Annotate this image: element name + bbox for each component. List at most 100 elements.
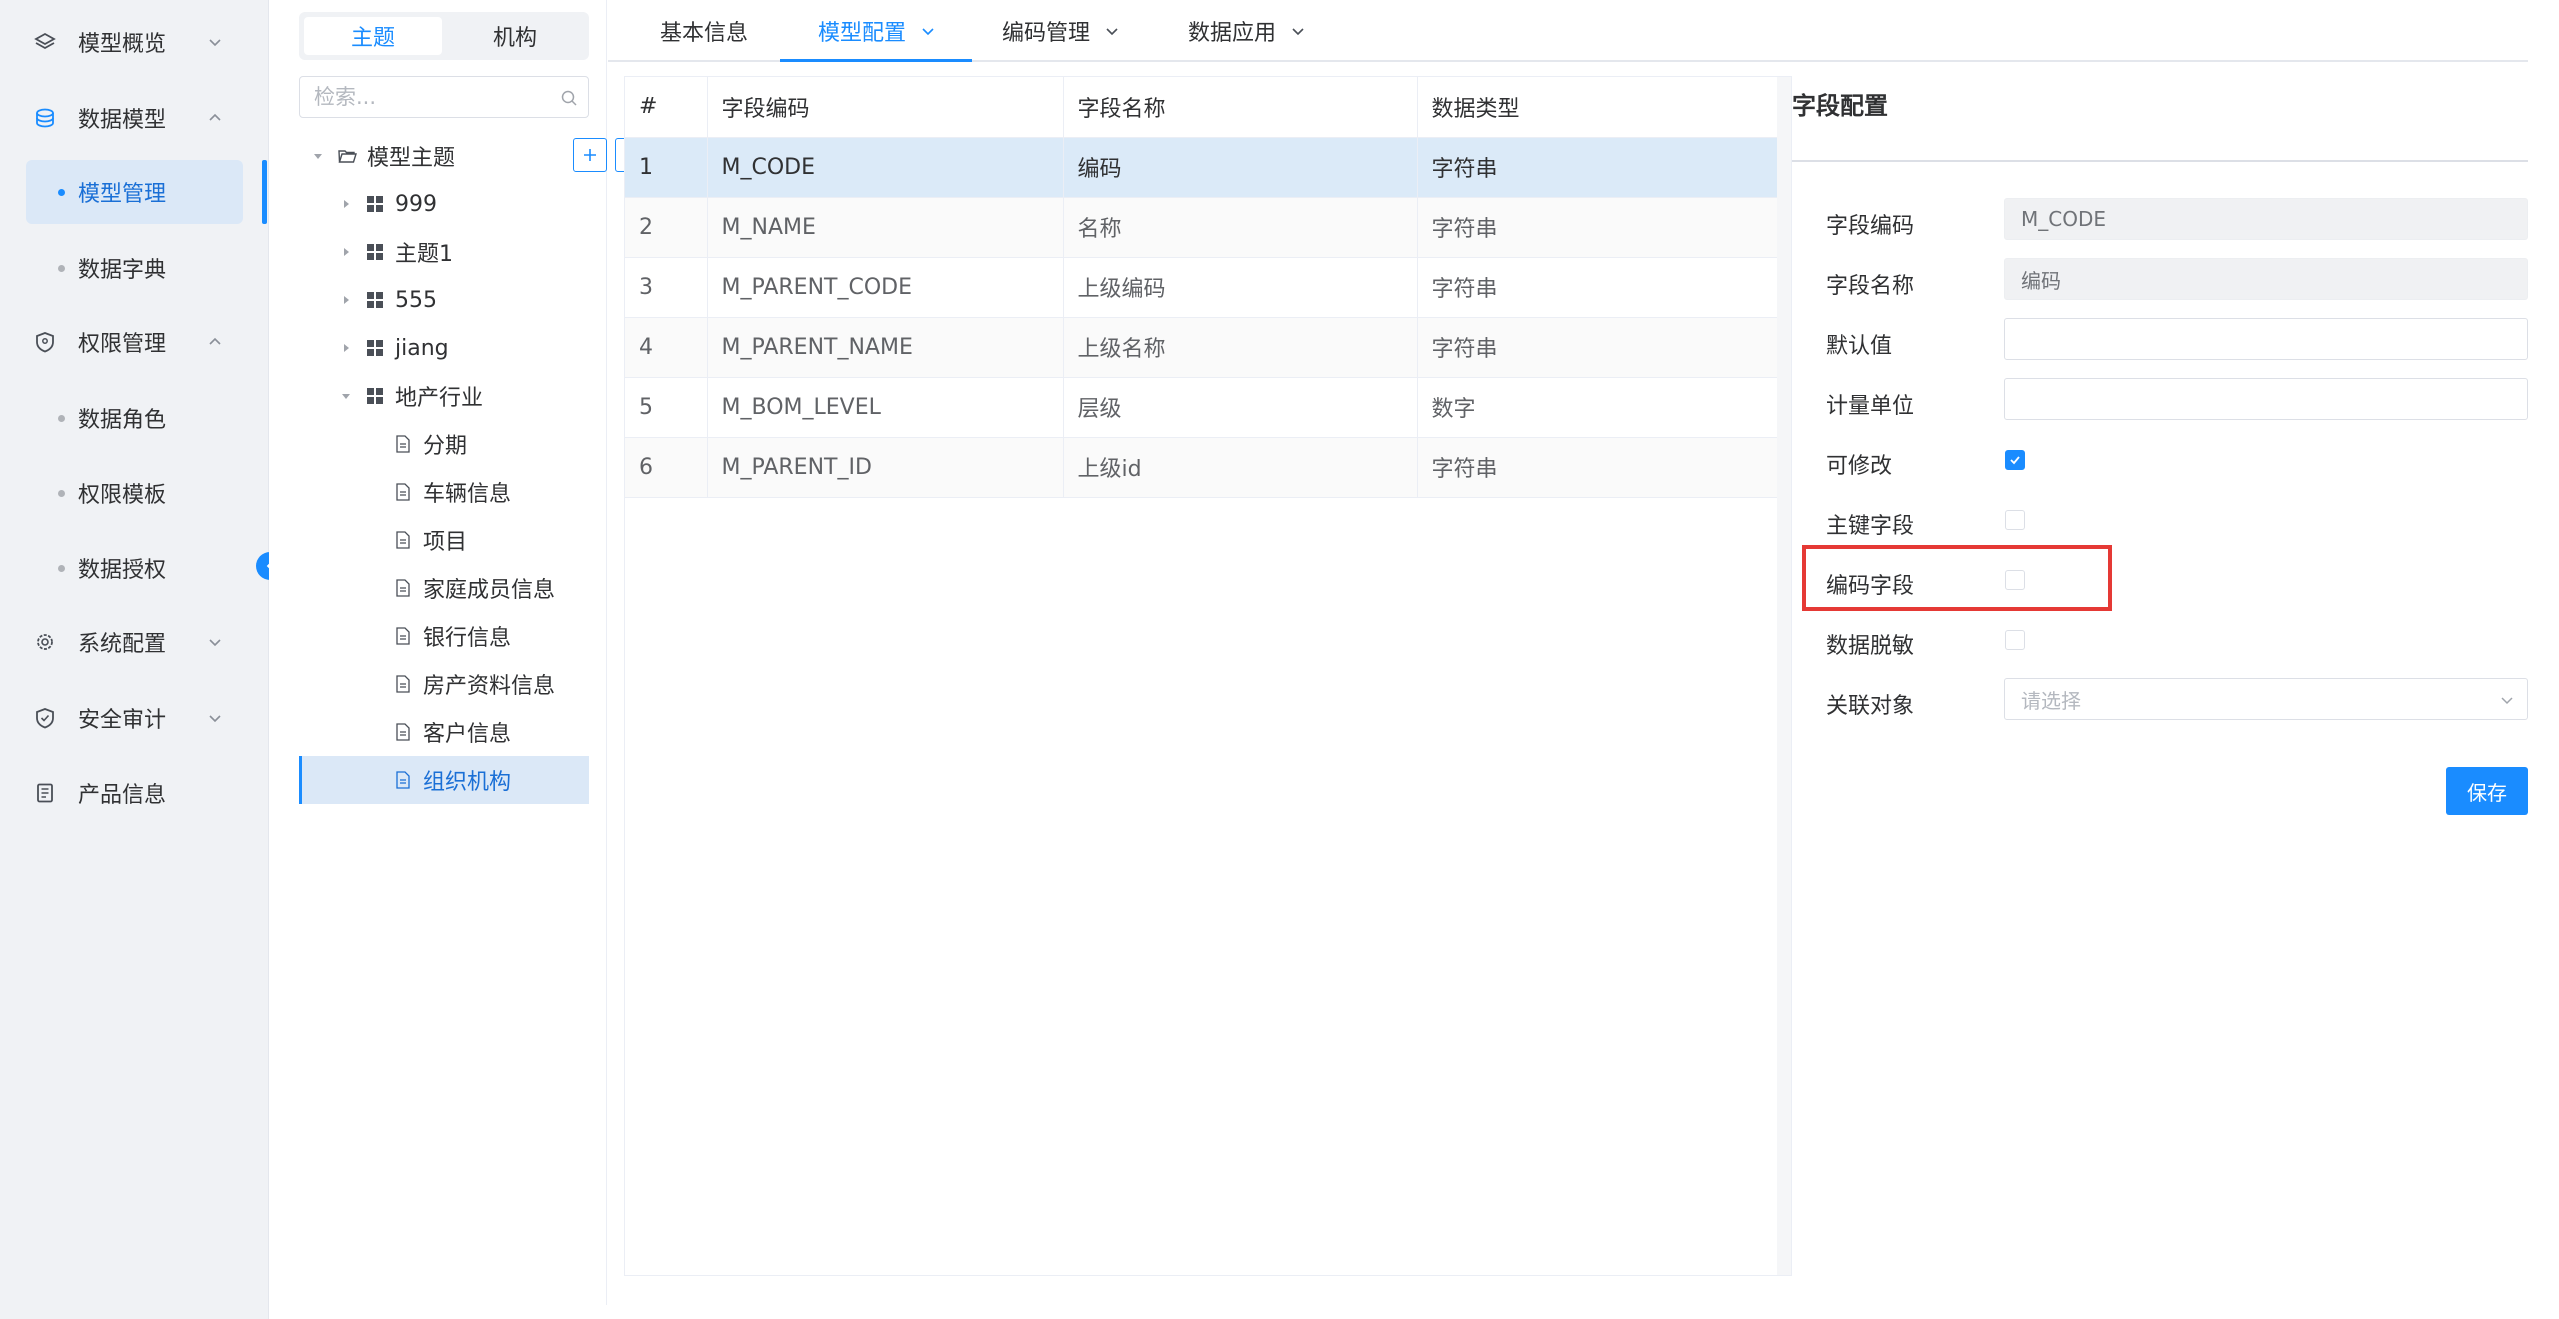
unit-input[interactable] <box>2004 378 2528 420</box>
column-header-index[interactable]: # <box>625 77 708 138</box>
sub-item-permission-template[interactable]: 权限模板 <box>26 461 243 525</box>
column-header-field-code[interactable]: 字段编码 <box>707 77 1064 138</box>
file-icon <box>396 723 410 741</box>
cell-field-code: M_NAME <box>707 197 1064 258</box>
tab-model-config[interactable]: 模型配置 <box>818 0 936 62</box>
caret-right-icon[interactable] <box>339 341 353 355</box>
tree-node-label: 项目 <box>423 530 468 555</box>
nav-item-system-config[interactable]: 系统配置 <box>0 612 269 672</box>
table-row[interactable]: 3 M_PARENT_CODE 上级编码 字符串 <box>625 257 1778 318</box>
unit-label: 计量单位 <box>1826 394 1915 419</box>
code-field-checkbox[interactable] <box>2005 570 2025 590</box>
tab-label: 编码管理 <box>1002 21 1091 46</box>
table-row[interactable]: 4 M_PARENT_NAME 上级名称 字符串 <box>625 317 1778 378</box>
tab-basic-info[interactable]: 基本信息 <box>660 0 748 62</box>
chevron-down-icon <box>209 715 221 723</box>
tree-node-root[interactable]: 模型主题 <box>299 132 499 180</box>
tree-leaf-vehicle-info[interactable]: 车辆信息 <box>299 468 589 516</box>
grid-icon <box>367 196 383 212</box>
bullet-icon <box>58 264 65 272</box>
sub-item-model-management[interactable]: 模型管理 <box>26 160 243 224</box>
tree-leaf-bank-info[interactable]: 银行信息 <box>299 612 589 660</box>
nav-item-permission[interactable]: 权限管理 <box>0 312 269 372</box>
tree-node-label: 555 <box>395 287 437 313</box>
tree-node-real-estate[interactable]: 地产行业 <box>299 372 589 420</box>
chevron-up-icon <box>209 337 221 345</box>
sub-item-data-role[interactable]: 数据角色 <box>26 386 243 450</box>
sidebar: 模型概览 数据模型 模型管理 数据字典 权限管理 数据角色 权限模板 数据授权 <box>0 0 284 1319</box>
select-placeholder: 请选择 <box>2021 688 2081 713</box>
tree-leaf-family-members[interactable]: 家庭成员信息 <box>299 564 589 612</box>
tree-node-topic1[interactable]: 主题1 <box>299 228 589 276</box>
sub-item-data-authorization[interactable]: 数据授权 <box>26 536 243 600</box>
bullet-icon <box>58 414 65 422</box>
data-masking-label: 数据脱敏 <box>1826 634 1915 659</box>
sub-item-label: 数据授权 <box>78 558 167 583</box>
tree-panel: 主题 机构 模型主题 999 主题1 555 jiang <box>269 0 649 1305</box>
field-code-label: 字段编码 <box>1826 214 1915 239</box>
tree-leaf-phase[interactable]: 分期 <box>299 420 589 468</box>
editable-label: 可修改 <box>1826 454 1893 479</box>
search-icon[interactable] <box>560 89 578 107</box>
nav-item-data-model[interactable]: 数据模型 <box>0 88 269 148</box>
tree-node-jiang[interactable]: jiang <box>299 324 589 372</box>
editable-checkbox[interactable] <box>2005 450 2025 470</box>
column-header-data-type[interactable]: 数据类型 <box>1417 77 1778 138</box>
caret-right-icon[interactable] <box>339 245 353 259</box>
tree-node-label: 组织机构 <box>423 770 512 795</box>
tab-code-management[interactable]: 编码管理 <box>1002 0 1120 62</box>
bullet-icon <box>58 564 65 572</box>
nav-label: 模型概览 <box>78 32 167 57</box>
field-code-input[interactable] <box>2004 198 2528 240</box>
shield-icon <box>32 329 58 355</box>
sub-item-data-dictionary[interactable]: 数据字典 <box>26 236 243 300</box>
tree-node-999[interactable]: 999 <box>299 180 589 228</box>
cell-data-type: 字符串 <box>1417 437 1778 498</box>
nav-label: 权限管理 <box>78 332 167 357</box>
save-button[interactable]: 保存 <box>2446 767 2528 815</box>
chevron-down-icon <box>209 39 221 47</box>
code-field-label: 编码字段 <box>1826 574 1915 599</box>
table-scrollbar[interactable] <box>1777 77 1791 1275</box>
caret-right-icon[interactable] <box>339 293 353 307</box>
sub-item-label: 权限模板 <box>78 483 167 508</box>
nav-item-model-overview[interactable]: 模型概览 <box>0 12 269 72</box>
table-row[interactable]: 2 M_NAME 名称 字符串 <box>625 197 1778 258</box>
file-icon <box>396 579 410 597</box>
cell-field-code: M_CODE <box>707 137 1064 198</box>
default-value-input[interactable] <box>2004 318 2528 360</box>
cell-index: 3 <box>625 257 708 318</box>
tree-leaf-customer-info[interactable]: 客户信息 <box>299 708 589 756</box>
related-object-select[interactable]: 请选择 <box>2004 678 2528 720</box>
table-row[interactable]: 1 M_CODE 编码 字符串 <box>625 137 1778 198</box>
column-header-field-name[interactable]: 字段名称 <box>1063 77 1418 138</box>
data-masking-checkbox[interactable] <box>2005 630 2025 650</box>
tab-data-application[interactable]: 数据应用 <box>1188 0 1306 62</box>
file-icon <box>396 435 410 453</box>
primary-key-checkbox[interactable] <box>2005 510 2025 530</box>
tree-node-555[interactable]: 555 <box>299 276 589 324</box>
tree-search-input[interactable] <box>314 77 554 117</box>
segment-topic[interactable]: 主题 <box>304 17 442 55</box>
table-header-row: # 字段编码 字段名称 数据类型 <box>625 77 1778 138</box>
grid-icon <box>367 244 383 260</box>
sub-item-label: 模型管理 <box>78 182 167 207</box>
caret-right-icon[interactable] <box>339 197 353 211</box>
field-name-input[interactable] <box>2004 258 2528 300</box>
file-icon <box>396 675 410 693</box>
tree-leaf-organization[interactable]: 组织机构 <box>299 756 589 804</box>
tree-leaf-property-info[interactable]: 房产资料信息 <box>299 660 589 708</box>
tree-leaf-project[interactable]: 项目 <box>299 516 589 564</box>
database-icon <box>32 105 58 131</box>
table-row[interactable]: 5 M_BOM_LEVEL 层级 数字 <box>625 377 1778 438</box>
table-row[interactable]: 6 M_PARENT_ID 上级id 字符串 <box>625 437 1778 498</box>
tree-node-label: 主题1 <box>395 242 453 267</box>
nav-item-security-audit[interactable]: 安全审计 <box>0 688 269 748</box>
segment-organization[interactable]: 机构 <box>446 17 584 55</box>
segment-switch: 主题 机构 <box>299 12 589 60</box>
nav-item-product-info[interactable]: 产品信息 <box>0 763 269 823</box>
add-node-button[interactable] <box>573 138 607 172</box>
tree-node-label: 客户信息 <box>423 722 512 747</box>
caret-down-icon[interactable] <box>339 389 353 403</box>
caret-down-icon[interactable] <box>311 149 325 163</box>
